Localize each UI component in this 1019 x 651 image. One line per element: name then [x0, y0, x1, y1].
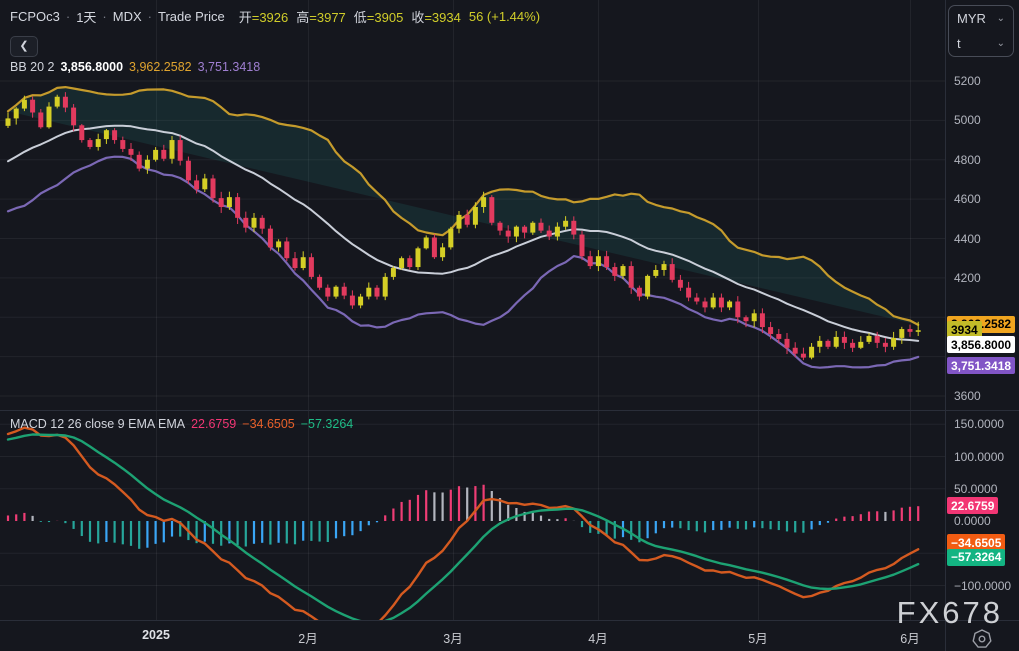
macd-signal-line: [6, 433, 920, 620]
scale-label: 4600: [954, 192, 981, 207]
watermark: FX678: [896, 595, 1003, 630]
time-label: 4月: [588, 632, 608, 646]
bb-fill: [8, 87, 919, 325]
macd-legend: MACD 12 26 close 9 EMA EMA 22.6759 −34.6…: [10, 417, 353, 431]
time-label: 2月: [298, 632, 318, 646]
bb-title: BB 20 2: [10, 60, 55, 74]
price-badge: 3,856.8000: [947, 336, 1016, 354]
ohlc-item: 收=3934: [411, 10, 461, 25]
macd-histogram: [6, 484, 920, 549]
scale-label: −100.0000: [954, 578, 1012, 593]
scale-label: 4200: [954, 270, 981, 285]
macd-line-value: −34.6505: [242, 417, 295, 431]
time-label: 5月: [748, 632, 768, 646]
chevron-down-icon: ⌄: [996, 12, 1005, 24]
time-label: 2025: [142, 628, 170, 642]
currency-unit-box: MYR ⌄ t ⌄: [948, 5, 1014, 57]
macd-title: MACD 12 26 close 9 EMA EMA: [10, 417, 186, 431]
scale-label: 4400: [954, 231, 981, 246]
time-label: 3月: [443, 632, 463, 646]
price-scale[interactable]: 5200 5000 4800 4600 4400 4200 3600 150.0000 100.…: [945, 0, 1019, 651]
price-badge: 3,751.3418: [947, 357, 1016, 375]
ohlc-item: 开=3926: [238, 10, 289, 25]
ohlc-values: 开=3926 高=3977 低=3905 收=3934: [239, 7, 461, 26]
bb-lower-value: 3,751.3418: [197, 60, 261, 74]
legend-separator: ·: [147, 9, 152, 24]
macd-signal-value: −57.3264: [300, 417, 354, 431]
scale-label: 50.0000: [954, 481, 998, 496]
series-type-label: Trade Price: [158, 9, 225, 24]
scale-label: 4800: [954, 152, 981, 167]
legend-separator: ·: [65, 9, 71, 24]
price-badge: 22.6759: [947, 497, 999, 515]
legend-separator: ·: [102, 9, 107, 24]
scale-label: 0.0000: [954, 514, 991, 528]
symbol-legend: FCPOc3 · 1天 · MDX · Trade Price 开=3926 高=…: [10, 7, 540, 26]
scale-label: 5200: [954, 74, 981, 88]
back-button[interactable]: ❮: [10, 36, 38, 57]
exchange-label: MDX: [112, 9, 142, 24]
pane-divider[interactable]: [0, 410, 1019, 411]
price-badge: −57.3264: [947, 548, 1006, 566]
bb-upper-value: 3,962.2582: [129, 60, 192, 74]
currency-value: MYR: [957, 11, 986, 26]
scale-label: 3600: [954, 389, 981, 403]
chart-canvas[interactable]: [0, 0, 945, 620]
radar-icon[interactable]: [971, 628, 993, 650]
macd-hist-value: 22.6759: [191, 417, 237, 431]
chevron-down-icon: ⌄: [996, 37, 1005, 49]
unit-select[interactable]: t ⌄: [949, 31, 1013, 56]
ohlc-item: 高=3977: [296, 10, 346, 25]
bb-legend: BB 20 2 3,856.8000 3,962.2582 3,751.3418: [10, 60, 260, 74]
scale-label: 5000: [954, 113, 981, 128]
change-value: 56 (+1.44%): [468, 9, 541, 24]
unit-value: t: [957, 36, 961, 51]
symbol-name: FCPOc3: [10, 9, 60, 24]
chart-window: FCPOc3 · 1天 · MDX · Trade Price 开=3926 高=…: [0, 0, 1019, 651]
time-axis[interactable]: 2025 2月 3月 4月 5月 6月: [0, 620, 945, 651]
currency-select[interactable]: MYR ⌄: [949, 6, 1013, 31]
bb-basis-value: 3,856.8000: [60, 60, 124, 74]
ohlc-item: 低=3905: [353, 10, 404, 25]
bb-basis-line: [7, 124, 920, 342]
scale-label: 100.0000: [954, 449, 1005, 464]
interval-label: 1天: [76, 10, 97, 25]
scale-label: 150.0000: [954, 417, 1005, 432]
